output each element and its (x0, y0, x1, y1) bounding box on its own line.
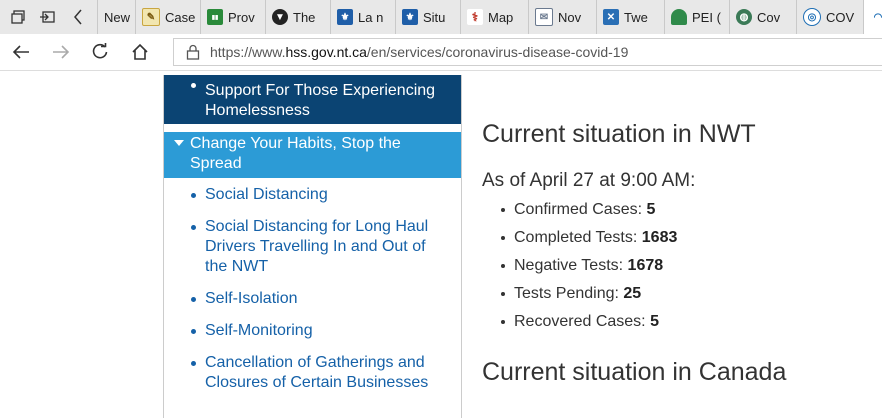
bullet-icon (191, 329, 196, 334)
tab-title: Map (488, 9, 514, 25)
nav-item-long-haul-drivers[interactable]: Social Distancing for Long Haul Drivers … (164, 217, 461, 277)
tab-title: Cov (757, 9, 781, 25)
tab-strip: New ✎ Case ▮▮ Prov ▼ The ⚜ La n ⚜ Situ ⚕… (0, 0, 882, 34)
nwt-stats-list: Confirmed Cases: 5 Completed Tests: 1683… (500, 200, 677, 340)
address-bar: https://www.hss.gov.nt.ca/en/services/co… (0, 34, 882, 71)
stat-label: Confirmed Cases: (514, 201, 643, 218)
tab-title: PEI ( (692, 9, 721, 25)
nav-item-support-homelessness[interactable]: Support For Those Experiencing Homelessn… (164, 75, 461, 124)
home-button[interactable] (127, 40, 153, 64)
bullet-icon (191, 193, 196, 198)
nav-item-label: Social Distancing for Long Haul Drivers … (205, 218, 429, 275)
nav-item-label: Self-Monitoring (205, 322, 313, 339)
stat-confirmed-cases: Confirmed Cases: 5 (500, 200, 677, 228)
stat-label: Recovered Cases: (514, 313, 646, 330)
home-icon (132, 43, 148, 60)
loading-icon: ◠ (870, 9, 882, 25)
url-path: /en/services/coronavirus-disease-covid-1… (366, 44, 629, 60)
url-prefix: https://www. (210, 44, 286, 60)
stat-label: Tests Pending: (514, 285, 619, 302)
as-of-date: As of April 27 at 9:00 AM: (482, 170, 696, 191)
tab-the[interactable]: ▼ The (265, 0, 330, 34)
nav-item-social-distancing[interactable]: Social Distancing (164, 185, 461, 205)
tab-cov-2[interactable]: ◎ COV (796, 0, 863, 34)
section-nav: Support For Those Experiencing Homelessn… (163, 75, 462, 418)
stat-value: 1678 (627, 257, 664, 274)
nav-item-self-isolation[interactable]: Self-Isolation (164, 289, 461, 309)
bullet-icon (191, 83, 196, 88)
url-domain: hss.gov.nt.ca (285, 44, 367, 60)
stat-negative-tests: Negative Tests: 1678 (500, 256, 677, 284)
stat-completed-tests: Completed Tests: 1683 (500, 228, 677, 256)
back-button[interactable] (8, 40, 34, 64)
nav-item-self-monitoring[interactable]: Self-Monitoring (164, 321, 461, 341)
refresh-icon (92, 43, 108, 59)
tab-title: La n (358, 9, 384, 25)
forward-button[interactable] (48, 40, 74, 64)
envelope-icon: ✉ (535, 8, 553, 26)
heading-nwt: Current situation in NWT (482, 120, 756, 148)
url-field[interactable]: https://www.hss.gov.nt.ca/en/services/co… (173, 38, 882, 66)
nav-item-label: Social Distancing (205, 186, 328, 203)
tabs-aside-icon[interactable] (36, 5, 60, 29)
tab-title: New (104, 9, 131, 25)
fleur-de-lis-icon: ⚜ (402, 9, 418, 25)
caret-down-icon (174, 140, 184, 146)
map-icon: ⚕ (467, 9, 483, 25)
tab-title: Nov (558, 9, 582, 25)
ribbon-icon: ◎ (803, 8, 821, 26)
stat-tests-pending: Tests Pending: 25 (500, 284, 677, 312)
nav-item-change-your-habits[interactable]: Change Your Habits, Stop the Spread (164, 132, 461, 178)
bullet-icon (191, 225, 196, 230)
refresh-button[interactable] (87, 40, 113, 64)
stat-label: Negative Tests: (514, 257, 624, 274)
tab-nov[interactable]: ✉ Nov (528, 0, 596, 34)
stat-value: 5 (650, 313, 659, 330)
tab-title: Prov (228, 9, 255, 25)
back-arrow-icon (12, 45, 29, 59)
lock-icon (186, 44, 200, 60)
nav-item-label: Cancellation of Gatherings and Closures … (205, 354, 429, 391)
stat-label: Completed Tests: (514, 229, 638, 246)
document-icon: ✎ (142, 8, 160, 26)
bullet-icon (191, 297, 196, 302)
tab-title: Situ (423, 9, 446, 25)
heading-canada: Current situation in Canada (482, 358, 787, 386)
tab-case[interactable]: ✎ Case (135, 0, 200, 34)
tab-prov[interactable]: ▮▮ Prov (200, 0, 265, 34)
bullet-icon (191, 361, 196, 366)
tab-title: COV (826, 9, 855, 25)
tab-la-n[interactable]: ⚜ La n (330, 0, 395, 34)
tab-title: The (293, 9, 316, 25)
nav-item-label: Support For Those Experiencing Homelessn… (205, 82, 436, 119)
stat-value: 25 (623, 285, 642, 302)
tab-title: Case (165, 9, 196, 25)
url-text: https://www.hss.gov.nt.ca/en/services/co… (210, 44, 628, 60)
stat-value: 5 (646, 201, 656, 218)
tab-pei[interactable]: PEI ( (664, 0, 729, 34)
tab-new[interactable]: New (97, 0, 135, 34)
nav-item-label: Change Your Habits, Stop the Spread (190, 135, 401, 172)
nav-item-label: Self-Isolation (205, 290, 298, 307)
tab-title: Twe (624, 9, 648, 25)
tab-cov[interactable]: ◍ Cov (729, 0, 796, 34)
tab-twe[interactable]: ✕ Twe (596, 0, 664, 34)
island-icon (671, 9, 687, 25)
tab-map[interactable]: ⚕ Map (460, 0, 528, 34)
stat-value: 1683 (641, 229, 678, 246)
fleur-de-lis-icon: ⚜ (337, 9, 353, 25)
stat-recovered-cases: Recovered Cases: 5 (500, 312, 677, 340)
scroll-tabs-left-icon[interactable] (66, 5, 90, 29)
tab-active[interactable]: ◠ (863, 0, 882, 34)
forward-arrow-icon (53, 45, 70, 59)
tab-actions-icon[interactable] (6, 5, 30, 29)
nav-item-cancellation-gatherings[interactable]: Cancellation of Gatherings and Closures … (164, 353, 461, 393)
stats-icon: ▮▮ (207, 9, 223, 25)
globe-icon: ◍ (736, 9, 752, 25)
tab-situ[interactable]: ⚜ Situ (395, 0, 460, 34)
flag-icon: ✕ (603, 9, 619, 25)
shield-icon: ▼ (272, 9, 288, 25)
